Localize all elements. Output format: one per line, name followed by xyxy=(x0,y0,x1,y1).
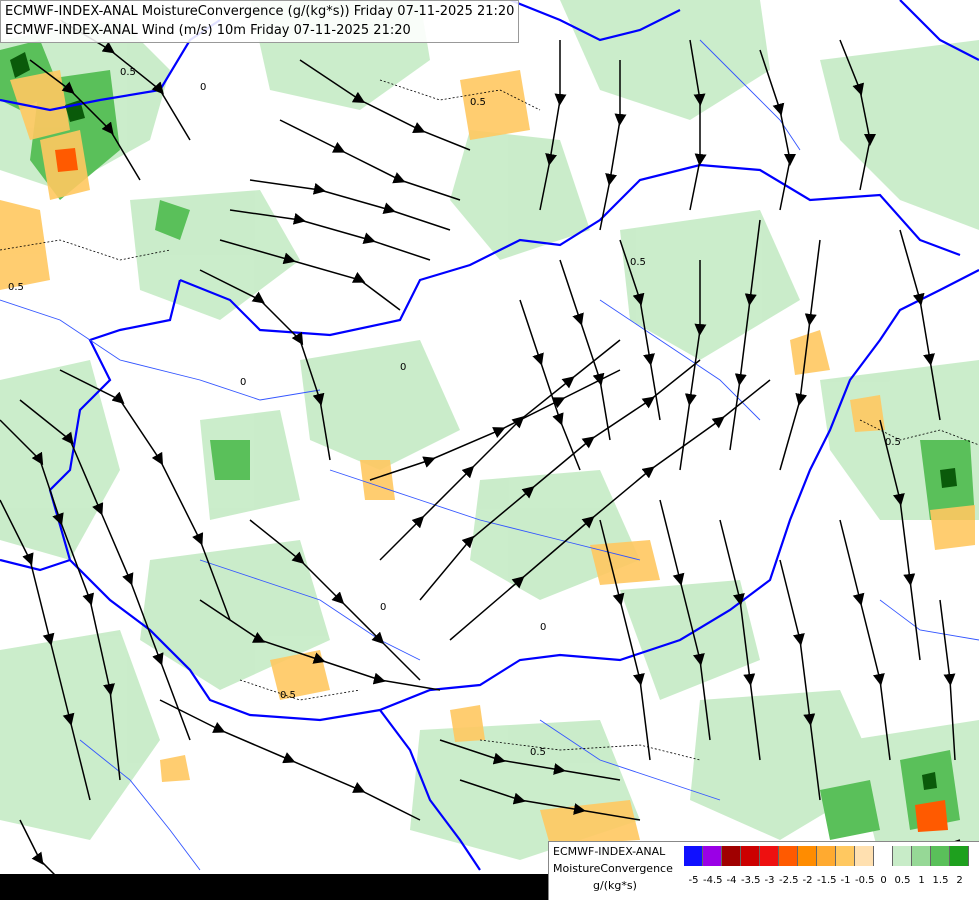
legend-color-scale xyxy=(684,846,969,866)
legend-swatch xyxy=(779,846,798,866)
legend-tick-label: -4.5 xyxy=(703,875,723,886)
contour-label: 0.5 xyxy=(530,747,546,758)
legend-swatch xyxy=(684,846,703,866)
legend-tick-label: -3 xyxy=(764,875,775,886)
legend-tick-label: -2 xyxy=(802,875,813,886)
legend-tick-label: 1 xyxy=(918,875,925,886)
contour-label: 0.5 xyxy=(120,67,136,78)
contour-label: 0.5 xyxy=(8,282,24,293)
legend-swatch xyxy=(912,846,931,866)
contour-label: 0.5 xyxy=(280,690,296,701)
contour-label: 0 xyxy=(200,82,206,93)
legend-tick-label: -1 xyxy=(840,875,851,886)
legend-swatch xyxy=(950,846,969,866)
legend-swatch xyxy=(760,846,779,866)
legend-swatch xyxy=(836,846,855,866)
legend-tick-labels: -5 -4.5 -4 -3.5 -3 -2.5 -2 -1.5 -1 -0.5 0 0.5 1 1.5 2 xyxy=(684,875,969,886)
map-title-moisture-convergence: ECMWF-INDEX-ANAL MoistureConvergence (g/… xyxy=(5,4,515,19)
map-title-box: ECMWF-INDEX-ANAL MoistureConvergence (g/… xyxy=(0,0,520,43)
color-legend: ECMWF-INDEX-ANAL MoistureConvergence g/(… xyxy=(548,841,979,900)
legend-tick-label: 0 xyxy=(880,875,887,886)
contour-label: 0 xyxy=(400,362,406,373)
weather-map[interactable]: 0 0 0 0 0 0.5 0.5 0.5 0.5 0.5 0.5 0.5 EC… xyxy=(0,0,979,900)
legend-swatch xyxy=(722,846,741,866)
contour-label: 0.5 xyxy=(470,97,486,108)
legend-unit: g/(kg*s) xyxy=(593,879,637,892)
legend-swatch xyxy=(874,846,893,866)
legend-tick-label: 0.5 xyxy=(894,875,911,886)
contour-label: 0 xyxy=(380,602,386,613)
legend-swatch xyxy=(817,846,836,866)
legend-parameter: MoistureConvergence xyxy=(553,862,673,875)
legend-tick-label: -4 xyxy=(726,875,737,886)
legend-model: ECMWF-INDEX-ANAL xyxy=(553,845,666,858)
legend-tick-label: 2 xyxy=(956,875,963,886)
legend-tick-label: -5 xyxy=(688,875,699,886)
legend-swatch xyxy=(893,846,912,866)
legend-swatch xyxy=(855,846,874,866)
legend-swatch xyxy=(931,846,950,866)
contour-label: 0.5 xyxy=(885,437,901,448)
map-canvas: 0 0 0 0 0 0.5 0.5 0.5 0.5 0.5 0.5 0.5 xyxy=(0,0,979,900)
legend-tick-label: -2.5 xyxy=(779,875,799,886)
contour-label: 0.5 xyxy=(630,257,646,268)
legend-swatch xyxy=(741,846,760,866)
legend-swatch xyxy=(703,846,722,866)
contour-label: 0 xyxy=(540,622,546,633)
legend-swatch xyxy=(798,846,817,866)
contour-label: 0 xyxy=(240,377,246,388)
map-title-wind: ECMWF-INDEX-ANAL Wind (m/s) 10m Friday 0… xyxy=(5,23,411,38)
legend-tick-label: -3.5 xyxy=(741,875,761,886)
legend-tick-label: -0.5 xyxy=(855,875,875,886)
legend-tick-label: -1.5 xyxy=(817,875,837,886)
legend-tick-label: 1.5 xyxy=(932,875,949,886)
